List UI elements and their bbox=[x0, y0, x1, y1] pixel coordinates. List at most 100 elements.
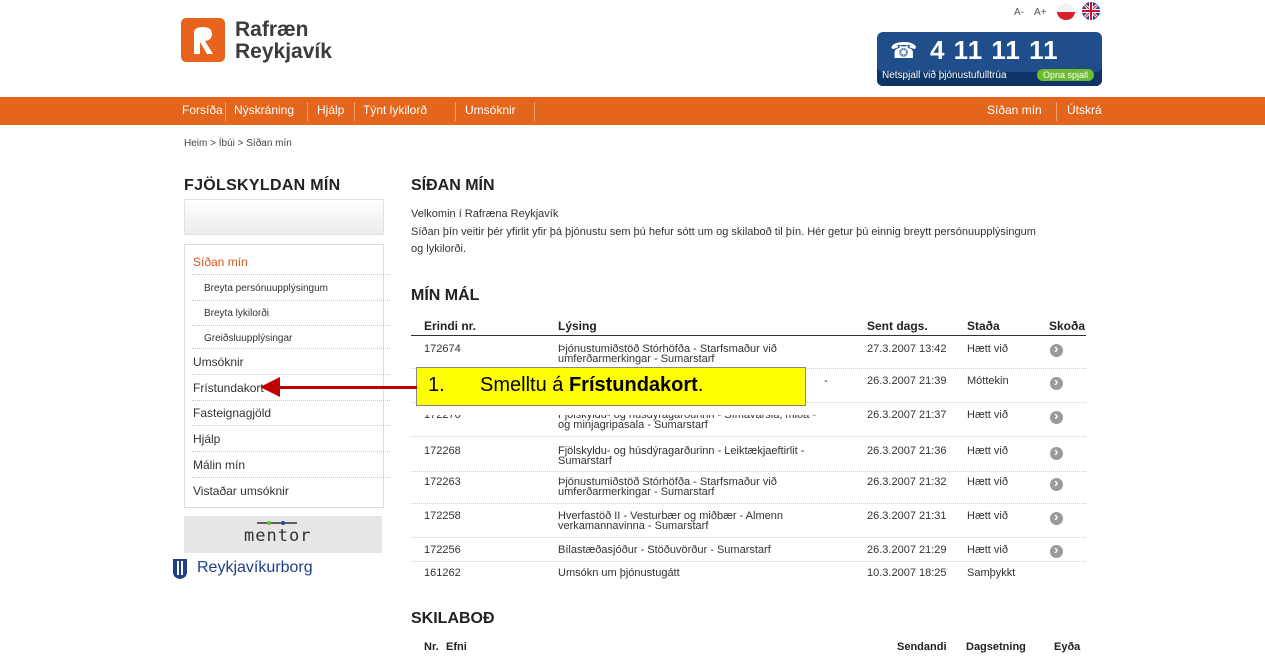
welcome-text: Velkomin í Rafræna Reykjavík bbox=[411, 208, 559, 220]
case-date: 26.3.2007 21:37 bbox=[867, 409, 947, 421]
case-status: Samþykkt bbox=[967, 567, 1016, 579]
nav-separator bbox=[1056, 102, 1057, 121]
view-arrow-icon[interactable] bbox=[1050, 509, 1063, 525]
case-date: 26.3.2007 21:31 bbox=[867, 510, 947, 522]
case-date: 27.3.2007 13:42 bbox=[867, 343, 947, 355]
view-arrow-icon[interactable] bbox=[1050, 341, 1063, 357]
view-arrow-icon[interactable] bbox=[1050, 542, 1063, 558]
case-description: Umsókn um þjónustugátt bbox=[558, 567, 680, 579]
case-description: umferðarmerkingar - Sumarstarf bbox=[558, 486, 715, 498]
nav-separator bbox=[307, 102, 308, 121]
reykjavikurborg-logo-text[interactable]: Reykjavíkurborg bbox=[197, 559, 313, 577]
column-header-lysing: Lýsing bbox=[558, 319, 597, 333]
sidebar-heading: FJÖLSKYLDAN MÍN bbox=[184, 177, 341, 194]
column-header-skoda: Skoða bbox=[1049, 319, 1086, 333]
nav-sidan-min[interactable]: Síðan mín bbox=[987, 103, 1042, 117]
logo-icon[interactable] bbox=[181, 18, 225, 62]
cases-heading: MÍN MÁL bbox=[411, 287, 480, 304]
message-column-efni: Efni bbox=[446, 641, 467, 653]
case-date: 26.3.2007 21:29 bbox=[867, 544, 947, 556]
pointer-arrow-icon bbox=[260, 377, 280, 397]
column-header-stada: Staða bbox=[967, 319, 1000, 333]
menu-divider bbox=[192, 348, 390, 349]
phone-icon: ☎ bbox=[890, 38, 918, 63]
nav-separator bbox=[534, 102, 535, 121]
case-status: Hætt við bbox=[967, 343, 1008, 355]
case-number: 172674 bbox=[424, 343, 461, 355]
sidebar-item-sidan-min[interactable]: Síðan mín bbox=[193, 255, 248, 269]
message-column-nr: Nr. bbox=[424, 641, 439, 653]
menu-divider bbox=[192, 300, 390, 301]
callout-target: Frístundakort bbox=[568, 374, 698, 396]
sidebar-item-hjalp[interactable]: Hjálp bbox=[193, 432, 220, 446]
row-divider bbox=[411, 471, 1086, 472]
open-chat-button[interactable]: Opna spjall bbox=[1037, 69, 1095, 81]
site-logo-text[interactable]: Rafræn Reykjavík bbox=[235, 19, 332, 63]
row-divider bbox=[411, 503, 1086, 504]
sidebar-item-vistadar-umsoknir[interactable]: Vistaðar umsóknir bbox=[193, 484, 289, 498]
sidebar-item-fasteignagjold[interactable]: Fasteignagjöld bbox=[193, 406, 271, 420]
table-header-rule bbox=[411, 335, 1086, 336]
sidebar-item-breyta-lykilordi[interactable]: Breyta lykilorði bbox=[204, 308, 269, 319]
callout-suffix: . bbox=[697, 374, 704, 396]
chat-label: Netspjall við þjónustufulltrúa bbox=[882, 70, 1007, 81]
pointer-arrow-shaft bbox=[277, 386, 417, 389]
case-status: Hætt við bbox=[967, 510, 1008, 522]
nav-nyskraning[interactable]: Nýskráning bbox=[234, 103, 294, 117]
sidebar-panel bbox=[184, 199, 384, 235]
case-status: Hætt við bbox=[967, 409, 1008, 421]
nav-umsoknir[interactable]: Umsóknir bbox=[465, 103, 516, 117]
menu-divider bbox=[192, 374, 390, 375]
nav-tynt-lykilord[interactable]: Týnt lykilorð bbox=[363, 103, 427, 117]
intro-text: Síðan þín veitir þér yfirlit yfir þá þjó… bbox=[411, 226, 1036, 255]
menu-divider bbox=[192, 451, 390, 452]
messages-heading: SKILABOÐ bbox=[411, 610, 495, 627]
case-description: umferðarmerkingar - Sumarstarf bbox=[558, 353, 715, 365]
logo-line-2: Reykjavík bbox=[235, 40, 332, 63]
case-number: 161262 bbox=[424, 567, 461, 579]
sidebar-item-greidsluupplysingar[interactable]: Greiðsluupplýsingar bbox=[204, 333, 292, 344]
nav-hjalp[interactable]: Hjálp bbox=[317, 103, 344, 117]
case-number: 172270 bbox=[424, 409, 461, 421]
message-column-sendandi: Sendandi bbox=[897, 641, 947, 653]
sidebar-item-malin-min[interactable]: Málin mín bbox=[193, 458, 245, 472]
sidebar-item-breyta-personuupplysingum[interactable]: Breyta persónuupplýsingum bbox=[204, 283, 328, 294]
english-flag-icon[interactable] bbox=[1082, 2, 1100, 20]
font-larger-button[interactable]: A+ bbox=[1034, 7, 1047, 18]
row-divider bbox=[411, 436, 1086, 437]
logo-line-1: Rafræn bbox=[235, 18, 309, 41]
polish-flag-icon[interactable] bbox=[1057, 4, 1075, 20]
case-status: Móttekin bbox=[967, 375, 1009, 387]
nav-forsida[interactable]: Forsíða bbox=[182, 103, 223, 117]
case-date: 10.3.2007 18:25 bbox=[867, 567, 947, 579]
view-arrow-icon[interactable] bbox=[1050, 444, 1063, 460]
mentor-logo-text: mentor bbox=[244, 526, 312, 546]
callout-step-number: 1. bbox=[428, 374, 445, 396]
column-header-erindi: Erindi nr. bbox=[424, 319, 477, 333]
case-number: 172258 bbox=[424, 510, 461, 522]
page-title: SÍÐAN MÍN bbox=[411, 177, 495, 194]
view-arrow-icon[interactable] bbox=[1050, 408, 1063, 424]
sidebar-item-fristundakort[interactable]: Frístundakort bbox=[193, 381, 264, 395]
case-number: 172263 bbox=[424, 476, 461, 488]
nav-utskra[interactable]: Útskrá bbox=[1067, 103, 1102, 117]
message-column-dagsetning: Dagsetning bbox=[966, 641, 1026, 653]
view-arrow-icon[interactable] bbox=[1050, 374, 1063, 390]
breadcrumb[interactable]: Heim > Íbúi > Síðan mín bbox=[184, 138, 292, 149]
case-number: 172268 bbox=[424, 445, 461, 457]
reykjavik-crest-icon bbox=[173, 559, 187, 579]
case-description: Bílastæðasjóður - Stöðuvörður - Sumarsta… bbox=[558, 544, 771, 556]
nav-separator bbox=[225, 102, 226, 121]
message-column-eyda: Eyða bbox=[1054, 641, 1081, 653]
menu-divider bbox=[192, 274, 390, 275]
case-status: Hætt við bbox=[967, 445, 1008, 457]
callout-text: Smelltu á Frístundakort. bbox=[480, 374, 703, 397]
case-status: Hætt við bbox=[967, 544, 1008, 556]
column-header-sent: Sent dags. bbox=[867, 319, 928, 333]
view-arrow-icon[interactable] bbox=[1050, 475, 1063, 491]
font-smaller-button[interactable]: A- bbox=[1014, 7, 1024, 18]
sidebar-item-umsoknir[interactable]: Umsóknir bbox=[193, 355, 244, 369]
phone-number: 4 11 11 11 bbox=[930, 35, 1059, 65]
row-divider bbox=[411, 537, 1086, 538]
nav-separator bbox=[354, 102, 355, 121]
